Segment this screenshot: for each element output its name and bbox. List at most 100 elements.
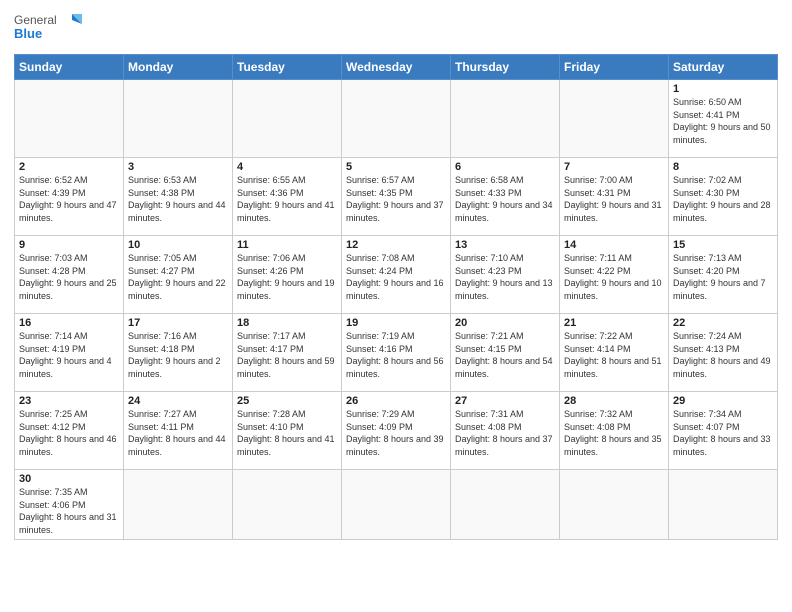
calendar-cell bbox=[124, 470, 233, 540]
calendar-table: SundayMondayTuesdayWednesdayThursdayFrid… bbox=[14, 54, 778, 540]
calendar-cell: 28Sunrise: 7:32 AMSunset: 4:08 PMDayligh… bbox=[560, 392, 669, 470]
day-number: 13 bbox=[455, 239, 555, 251]
calendar-cell: 7Sunrise: 7:00 AMSunset: 4:31 PMDaylight… bbox=[560, 158, 669, 236]
day-info: Sunrise: 6:55 AMSunset: 4:36 PMDaylight:… bbox=[237, 174, 337, 224]
day-number: 3 bbox=[128, 161, 228, 173]
calendar-cell: 30Sunrise: 7:35 AMSunset: 4:06 PMDayligh… bbox=[15, 470, 124, 540]
day-info: Sunrise: 7:29 AMSunset: 4:09 PMDaylight:… bbox=[346, 408, 446, 458]
day-info: Sunrise: 7:13 AMSunset: 4:20 PMDaylight:… bbox=[673, 252, 773, 302]
day-info: Sunrise: 7:22 AMSunset: 4:14 PMDaylight:… bbox=[564, 330, 664, 380]
col-header-thursday: Thursday bbox=[451, 55, 560, 80]
day-info: Sunrise: 7:21 AMSunset: 4:15 PMDaylight:… bbox=[455, 330, 555, 380]
col-header-wednesday: Wednesday bbox=[342, 55, 451, 80]
day-number: 22 bbox=[673, 317, 773, 329]
day-number: 2 bbox=[19, 161, 119, 173]
day-info: Sunrise: 7:00 AMSunset: 4:31 PMDaylight:… bbox=[564, 174, 664, 224]
calendar-cell bbox=[233, 470, 342, 540]
calendar-cell: 27Sunrise: 7:31 AMSunset: 4:08 PMDayligh… bbox=[451, 392, 560, 470]
day-number: 1 bbox=[673, 83, 773, 95]
calendar-cell: 18Sunrise: 7:17 AMSunset: 4:17 PMDayligh… bbox=[233, 314, 342, 392]
day-number: 29 bbox=[673, 395, 773, 407]
day-number: 30 bbox=[19, 473, 119, 485]
day-number: 20 bbox=[455, 317, 555, 329]
day-info: Sunrise: 7:02 AMSunset: 4:30 PMDaylight:… bbox=[673, 174, 773, 224]
calendar-cell: 26Sunrise: 7:29 AMSunset: 4:09 PMDayligh… bbox=[342, 392, 451, 470]
day-number: 19 bbox=[346, 317, 446, 329]
calendar-cell: 10Sunrise: 7:05 AMSunset: 4:27 PMDayligh… bbox=[124, 236, 233, 314]
calendar-cell: 21Sunrise: 7:22 AMSunset: 4:14 PMDayligh… bbox=[560, 314, 669, 392]
col-header-friday: Friday bbox=[560, 55, 669, 80]
calendar-cell: 20Sunrise: 7:21 AMSunset: 4:15 PMDayligh… bbox=[451, 314, 560, 392]
day-number: 7 bbox=[564, 161, 664, 173]
day-number: 28 bbox=[564, 395, 664, 407]
logo: General Blue bbox=[14, 10, 84, 48]
calendar-cell bbox=[233, 80, 342, 158]
calendar-week-1: 2Sunrise: 6:52 AMSunset: 4:39 PMDaylight… bbox=[15, 158, 778, 236]
day-info: Sunrise: 6:50 AMSunset: 4:41 PMDaylight:… bbox=[673, 96, 773, 146]
day-number: 27 bbox=[455, 395, 555, 407]
calendar-cell: 9Sunrise: 7:03 AMSunset: 4:28 PMDaylight… bbox=[15, 236, 124, 314]
calendar-cell: 23Sunrise: 7:25 AMSunset: 4:12 PMDayligh… bbox=[15, 392, 124, 470]
day-number: 4 bbox=[237, 161, 337, 173]
day-info: Sunrise: 7:19 AMSunset: 4:16 PMDaylight:… bbox=[346, 330, 446, 380]
calendar-cell: 19Sunrise: 7:19 AMSunset: 4:16 PMDayligh… bbox=[342, 314, 451, 392]
day-number: 24 bbox=[128, 395, 228, 407]
calendar-cell: 1Sunrise: 6:50 AMSunset: 4:41 PMDaylight… bbox=[669, 80, 778, 158]
day-info: Sunrise: 7:05 AMSunset: 4:27 PMDaylight:… bbox=[128, 252, 228, 302]
day-info: Sunrise: 7:16 AMSunset: 4:18 PMDaylight:… bbox=[128, 330, 228, 380]
day-info: Sunrise: 6:57 AMSunset: 4:35 PMDaylight:… bbox=[346, 174, 446, 224]
day-info: Sunrise: 7:10 AMSunset: 4:23 PMDaylight:… bbox=[455, 252, 555, 302]
day-number: 16 bbox=[19, 317, 119, 329]
day-info: Sunrise: 7:25 AMSunset: 4:12 PMDaylight:… bbox=[19, 408, 119, 458]
calendar-header-row: SundayMondayTuesdayWednesdayThursdayFrid… bbox=[15, 55, 778, 80]
day-number: 15 bbox=[673, 239, 773, 251]
col-header-tuesday: Tuesday bbox=[233, 55, 342, 80]
calendar-week-4: 23Sunrise: 7:25 AMSunset: 4:12 PMDayligh… bbox=[15, 392, 778, 470]
day-number: 17 bbox=[128, 317, 228, 329]
day-info: Sunrise: 7:06 AMSunset: 4:26 PMDaylight:… bbox=[237, 252, 337, 302]
calendar-cell: 25Sunrise: 7:28 AMSunset: 4:10 PMDayligh… bbox=[233, 392, 342, 470]
day-number: 14 bbox=[564, 239, 664, 251]
day-info: Sunrise: 7:35 AMSunset: 4:06 PMDaylight:… bbox=[19, 486, 119, 536]
day-info: Sunrise: 7:17 AMSunset: 4:17 PMDaylight:… bbox=[237, 330, 337, 380]
day-number: 25 bbox=[237, 395, 337, 407]
day-number: 5 bbox=[346, 161, 446, 173]
day-number: 10 bbox=[128, 239, 228, 251]
calendar-cell: 11Sunrise: 7:06 AMSunset: 4:26 PMDayligh… bbox=[233, 236, 342, 314]
day-info: Sunrise: 7:11 AMSunset: 4:22 PMDaylight:… bbox=[564, 252, 664, 302]
col-header-saturday: Saturday bbox=[669, 55, 778, 80]
day-number: 23 bbox=[19, 395, 119, 407]
day-info: Sunrise: 6:58 AMSunset: 4:33 PMDaylight:… bbox=[455, 174, 555, 224]
calendar-week-2: 9Sunrise: 7:03 AMSunset: 4:28 PMDaylight… bbox=[15, 236, 778, 314]
calendar-cell bbox=[560, 470, 669, 540]
calendar-week-0: 1Sunrise: 6:50 AMSunset: 4:41 PMDaylight… bbox=[15, 80, 778, 158]
calendar-cell bbox=[451, 470, 560, 540]
page-header: General Blue bbox=[14, 10, 778, 48]
day-info: Sunrise: 6:52 AMSunset: 4:39 PMDaylight:… bbox=[19, 174, 119, 224]
day-info: Sunrise: 6:53 AMSunset: 4:38 PMDaylight:… bbox=[128, 174, 228, 224]
day-info: Sunrise: 7:34 AMSunset: 4:07 PMDaylight:… bbox=[673, 408, 773, 458]
calendar-cell: 4Sunrise: 6:55 AMSunset: 4:36 PMDaylight… bbox=[233, 158, 342, 236]
calendar-cell: 16Sunrise: 7:14 AMSunset: 4:19 PMDayligh… bbox=[15, 314, 124, 392]
day-info: Sunrise: 7:24 AMSunset: 4:13 PMDaylight:… bbox=[673, 330, 773, 380]
calendar-cell: 14Sunrise: 7:11 AMSunset: 4:22 PMDayligh… bbox=[560, 236, 669, 314]
svg-text:General: General bbox=[14, 13, 57, 27]
day-info: Sunrise: 7:27 AMSunset: 4:11 PMDaylight:… bbox=[128, 408, 228, 458]
calendar-cell bbox=[124, 80, 233, 158]
svg-text:Blue: Blue bbox=[14, 26, 42, 41]
calendar-cell: 24Sunrise: 7:27 AMSunset: 4:11 PMDayligh… bbox=[124, 392, 233, 470]
calendar-cell bbox=[669, 470, 778, 540]
day-number: 26 bbox=[346, 395, 446, 407]
day-info: Sunrise: 7:14 AMSunset: 4:19 PMDaylight:… bbox=[19, 330, 119, 380]
calendar-cell bbox=[451, 80, 560, 158]
calendar-week-3: 16Sunrise: 7:14 AMSunset: 4:19 PMDayligh… bbox=[15, 314, 778, 392]
calendar-cell: 8Sunrise: 7:02 AMSunset: 4:30 PMDaylight… bbox=[669, 158, 778, 236]
calendar-cell: 29Sunrise: 7:34 AMSunset: 4:07 PMDayligh… bbox=[669, 392, 778, 470]
day-number: 8 bbox=[673, 161, 773, 173]
calendar-cell: 17Sunrise: 7:16 AMSunset: 4:18 PMDayligh… bbox=[124, 314, 233, 392]
day-info: Sunrise: 7:03 AMSunset: 4:28 PMDaylight:… bbox=[19, 252, 119, 302]
calendar-cell: 6Sunrise: 6:58 AMSunset: 4:33 PMDaylight… bbox=[451, 158, 560, 236]
calendar-cell bbox=[15, 80, 124, 158]
calendar-cell: 5Sunrise: 6:57 AMSunset: 4:35 PMDaylight… bbox=[342, 158, 451, 236]
day-number: 6 bbox=[455, 161, 555, 173]
